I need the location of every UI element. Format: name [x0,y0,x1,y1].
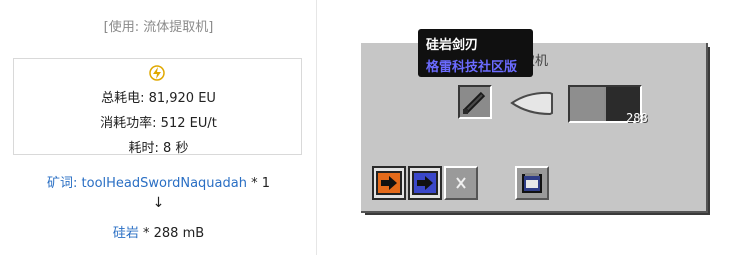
input-slot[interactable] [458,85,492,119]
machine-icon [522,173,542,193]
ore-dict-label[interactable]: 矿词: [47,176,77,191]
auto-output-items-button[interactable] [372,166,406,200]
usage-header: [使用: 流体提取机] [103,20,214,35]
energy-stats-box: 总耗电: 81,920 EU 消耗功率: 512 EU/t 耗时: 8 秒 [13,58,302,156]
auto-output-fluids-button[interactable] [408,166,442,200]
recipe-info-panel: [使用: 流体提取机] 总耗电: 81,920 EU 消耗功率: 512 EU/… [0,0,317,255]
disable-button[interactable] [444,166,478,200]
recipe-output: 硅岩 * 288 mB [0,222,317,241]
duration-text: 耗时: 8 秒 [128,141,189,156]
fluid-tank-empty [570,87,604,121]
item-tooltip: 硅岩剑刃 格雷科技社区版 [418,29,533,77]
recipe-input: 矿词: toolHeadSwordNaquadah * 1 [0,172,317,191]
arrow-right-orange-icon [376,171,402,195]
total-energy-text: 总耗电: 81,920 EU [101,91,216,106]
arrow-down-icon: ↓ [152,195,165,211]
progress-arrow-icon [510,91,553,116]
close-icon [456,177,466,189]
ore-dict-link[interactable]: toolHeadSwordNaquadah [82,176,247,191]
power-icon [149,65,165,81]
tooltip-item-name: 硅岩剑刃 [426,38,479,53]
machine-mode-button[interactable] [515,166,549,200]
fluid-amount: 288 [626,111,648,125]
input-quantity: * 1 [246,176,270,191]
tooltip-mod-name: 格雷科技社区版 [426,60,518,75]
power-usage-text: 消耗功率: 512 EU/t [100,116,217,131]
output-quantity: * 288 mB [138,226,205,241]
sword-blade-icon [463,91,486,114]
output-fluid-link[interactable]: 硅岩 [113,226,139,241]
arrow-right-blue-icon [412,171,438,195]
